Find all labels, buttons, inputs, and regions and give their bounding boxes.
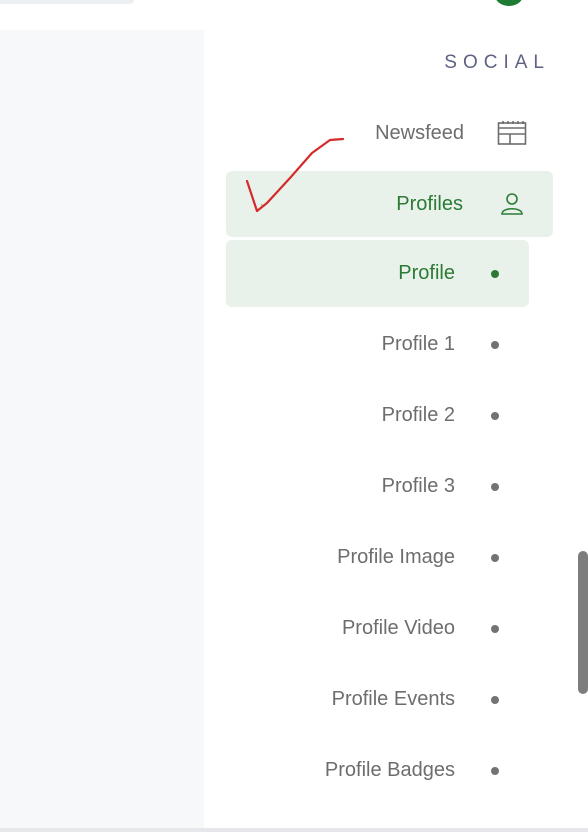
sidebar-item-label: Profiles bbox=[396, 192, 463, 215]
sidebar-subitem-label: Profile 1 bbox=[381, 333, 455, 355]
sidebar-item-newsfeed[interactable]: Newsfeed bbox=[226, 110, 553, 156]
sidebar-item-profiles[interactable]: Profiles bbox=[226, 171, 553, 237]
main-content-area bbox=[0, 30, 204, 828]
top-bar-edge bbox=[0, 0, 134, 4]
scrollbar-thumb[interactable] bbox=[578, 551, 588, 694]
bullet-icon bbox=[491, 624, 499, 633]
avatar[interactable] bbox=[494, 0, 524, 6]
section-title: SOCIAL bbox=[444, 52, 550, 73]
sidebar-subitem-profile-1[interactable]: Profile 1 bbox=[226, 311, 529, 378]
sidebar-subitem-label: Profile Badges bbox=[324, 759, 455, 781]
sidebar-subitem-profile-3[interactable]: Profile 3 bbox=[226, 453, 529, 520]
bullet-icon bbox=[491, 553, 499, 562]
bullet-icon bbox=[491, 695, 499, 704]
bullet-icon bbox=[491, 269, 499, 278]
sidebar-subitem-profile-video[interactable]: Profile Video bbox=[226, 595, 529, 662]
sidebar-subitem-label: Profile Video bbox=[341, 617, 455, 639]
bullet-icon bbox=[491, 482, 499, 491]
sidebar-subitem-profile[interactable]: Profile bbox=[226, 240, 529, 307]
sidebar-subitem-label: Profile Events bbox=[331, 688, 455, 710]
sidebar-subitem-profile-badges[interactable]: Profile Badges bbox=[226, 737, 529, 804]
sidebar-subitem-label: Profile Image bbox=[337, 546, 455, 568]
sidebar-subitem-profile-2[interactable]: Profile 2 bbox=[226, 382, 529, 449]
sidebar-item-label: Newsfeed bbox=[375, 121, 464, 144]
user-icon bbox=[499, 191, 525, 217]
bullet-icon bbox=[491, 411, 499, 420]
sidebar-subitem-label: Profile 3 bbox=[381, 475, 455, 497]
sidebar-subitem-profile-events[interactable]: Profile Events bbox=[226, 666, 529, 733]
sidebar-subitem-label: Profile 2 bbox=[381, 404, 455, 426]
bullet-icon bbox=[491, 340, 499, 349]
scrollbar-track[interactable] bbox=[576, 0, 588, 828]
bottom-edge bbox=[0, 828, 588, 832]
sidebar-subitem-label: Profile bbox=[398, 262, 455, 284]
chevron-down-icon[interactable]: ⌄ bbox=[258, 195, 269, 211]
newsfeed-icon bbox=[497, 120, 527, 146]
sidebar-subitem-profile-image[interactable]: Profile Image bbox=[226, 524, 529, 591]
bullet-icon bbox=[491, 766, 499, 775]
